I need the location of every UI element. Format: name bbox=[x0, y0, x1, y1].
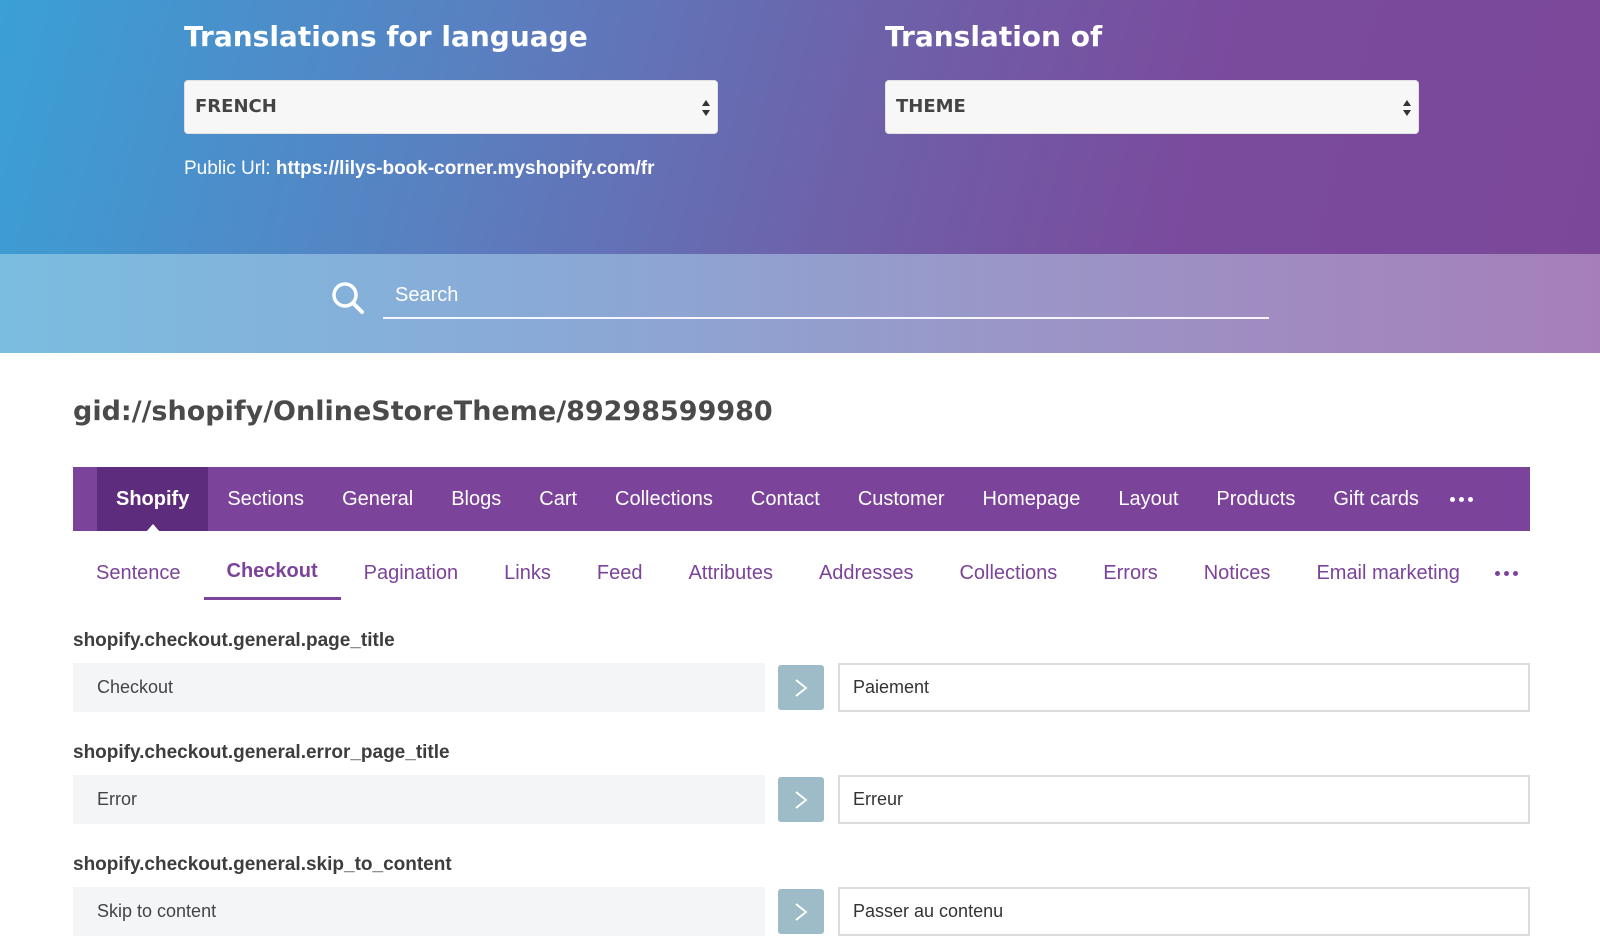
copy-button[interactable] bbox=[778, 777, 824, 822]
tab-blogs[interactable]: Blogs bbox=[432, 467, 520, 531]
tab-contact[interactable]: Contact bbox=[732, 467, 839, 531]
subtab-attributes[interactable]: Attributes bbox=[665, 546, 795, 600]
translation-key: shopify.checkout.general.page_title bbox=[73, 630, 395, 651]
public-url-label: Public Url: bbox=[184, 158, 271, 179]
translation-row: shopify.checkout.general.error_page_titl… bbox=[73, 732, 1530, 844]
translation-input[interactable] bbox=[838, 775, 1530, 824]
search-icon[interactable] bbox=[331, 281, 365, 315]
subtab-addresses[interactable]: Addresses bbox=[796, 546, 937, 600]
page-title: gid://shopify/OnlineStoreTheme/892985999… bbox=[73, 396, 773, 427]
chevron-right-icon bbox=[795, 678, 808, 697]
translation-key: shopify.checkout.general.skip_to_content bbox=[73, 854, 452, 875]
source-text: Error bbox=[73, 775, 765, 824]
subtab-links[interactable]: Links bbox=[481, 546, 574, 600]
translation-row: shopify.checkout.general.page_title Chec… bbox=[73, 620, 1530, 732]
header-banner: Translations for language FRENCH Public … bbox=[0, 0, 1600, 254]
subtab-feed[interactable]: Feed bbox=[574, 546, 666, 600]
translation-list: shopify.checkout.general.page_title Chec… bbox=[73, 620, 1530, 940]
chevron-right-icon bbox=[795, 790, 808, 809]
tab-shopify[interactable]: Shopify bbox=[97, 467, 209, 532]
tab-customer[interactable]: Customer bbox=[839, 467, 964, 531]
subtab-collections[interactable]: Collections bbox=[936, 546, 1080, 600]
public-url: Public Url: https://lilys-book-corner.my… bbox=[184, 158, 655, 180]
source-select-value: THEME bbox=[896, 96, 966, 117]
tab-layout[interactable]: Layout bbox=[1099, 467, 1197, 531]
select-arrows-icon bbox=[1403, 100, 1411, 116]
more-dots-icon[interactable] bbox=[1438, 467, 1485, 531]
language-select[interactable]: FRENCH bbox=[184, 80, 718, 134]
source-select[interactable]: THEME bbox=[885, 80, 1419, 134]
more-dots-icon[interactable] bbox=[1483, 546, 1530, 600]
translation-row: shopify.checkout.general.skip_to_content… bbox=[73, 844, 1530, 940]
search-input[interactable] bbox=[383, 274, 1269, 319]
subtab-pagination[interactable]: Pagination bbox=[341, 546, 482, 600]
source-title: Translation of bbox=[885, 20, 1103, 53]
tab-gift-cards[interactable]: Gift cards bbox=[1314, 467, 1438, 531]
public-url-link[interactable]: https://lilys-book-corner.myshopify.com/… bbox=[276, 158, 655, 179]
main-tabs: Shopify Sections General Blogs Cart Coll… bbox=[73, 467, 1530, 532]
chevron-right-icon bbox=[795, 902, 808, 921]
subtab-notices[interactable]: Notices bbox=[1181, 546, 1294, 600]
tab-sections[interactable]: Sections bbox=[208, 467, 323, 531]
language-title: Translations for language bbox=[184, 20, 588, 53]
tab-products[interactable]: Products bbox=[1197, 467, 1314, 531]
search-bar bbox=[0, 254, 1600, 353]
tab-homepage[interactable]: Homepage bbox=[964, 467, 1100, 531]
sub-tabs: Sentence Checkout Pagination Links Feed … bbox=[73, 546, 1530, 600]
tab-collections[interactable]: Collections bbox=[596, 467, 732, 531]
copy-button[interactable] bbox=[778, 665, 824, 710]
translation-input[interactable] bbox=[838, 887, 1530, 936]
translation-input[interactable] bbox=[838, 663, 1530, 712]
subtab-checkout[interactable]: Checkout bbox=[203, 546, 341, 600]
source-text: Checkout bbox=[73, 663, 765, 712]
select-arrows-icon bbox=[702, 100, 710, 116]
subtab-sentence[interactable]: Sentence bbox=[73, 546, 204, 600]
source-text: Skip to content bbox=[73, 887, 765, 936]
subtab-errors[interactable]: Errors bbox=[1080, 546, 1180, 600]
tab-cart[interactable]: Cart bbox=[520, 467, 596, 531]
language-select-value: FRENCH bbox=[195, 96, 277, 117]
subtab-email-marketing[interactable]: Email marketing bbox=[1293, 546, 1482, 600]
translation-key: shopify.checkout.general.error_page_titl… bbox=[73, 742, 450, 763]
copy-button[interactable] bbox=[778, 889, 824, 934]
tab-general[interactable]: General bbox=[323, 467, 432, 531]
